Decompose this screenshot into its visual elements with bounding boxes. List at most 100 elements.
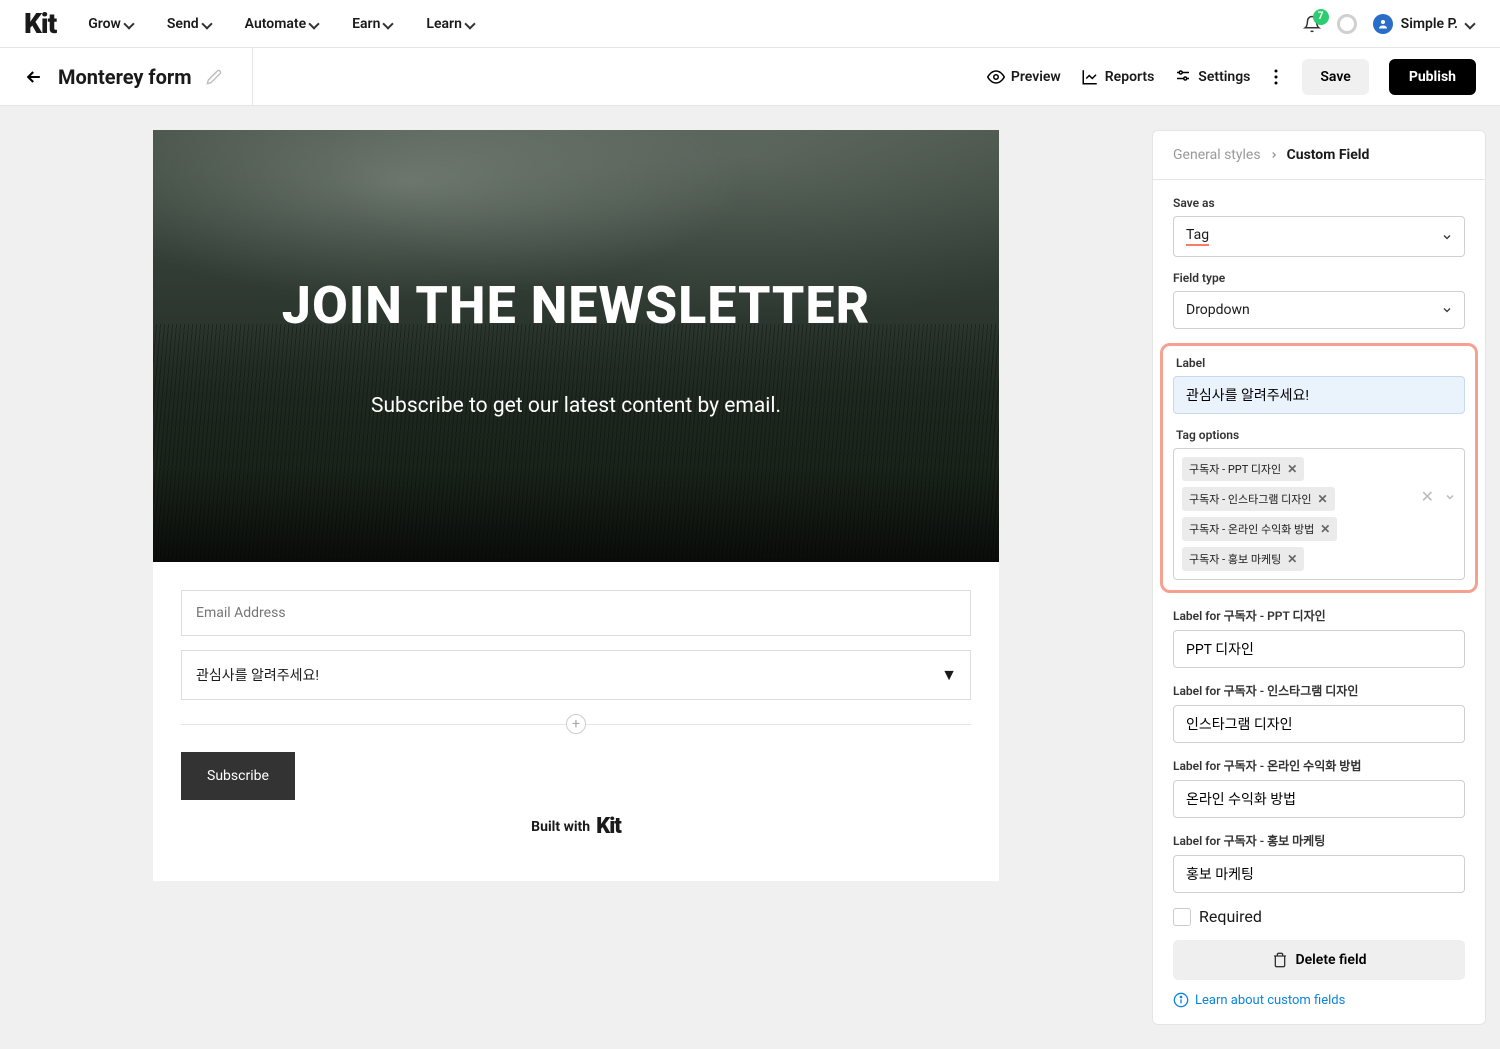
- nav-item-learn[interactable]: Learn: [426, 16, 475, 32]
- label-for-4-group: Label for 구독자 - 홍보 마케팅: [1173, 832, 1465, 893]
- eye-icon: [987, 68, 1005, 86]
- label-for-3-group: Label for 구독자 - 온라인 수익화 방법: [1173, 757, 1465, 818]
- required-checkbox[interactable]: [1173, 908, 1191, 926]
- required-row[interactable]: Required: [1173, 907, 1465, 926]
- tag-options-group: Tag options 구독자 - PPT 디자인✕ 구독자 - 인스타그램 디…: [1173, 428, 1465, 580]
- hero-subtitle[interactable]: Subscribe to get our latest content by e…: [371, 394, 781, 418]
- required-label: Required: [1199, 907, 1262, 926]
- trash-icon: [1272, 952, 1288, 968]
- sub-nav-left: Monterey form: [24, 48, 253, 106]
- add-field-row: +: [181, 714, 971, 734]
- more-button[interactable]: [1270, 65, 1282, 89]
- kit-logo: Kit: [596, 814, 621, 839]
- remove-tag-button[interactable]: ✕: [1320, 522, 1330, 536]
- nav-item-send[interactable]: Send: [167, 16, 213, 32]
- label-for-2-label: Label for 구독자 - 인스타그램 디자인: [1173, 682, 1465, 699]
- user-name: Simple P.: [1401, 16, 1458, 32]
- chevron-right-icon: [1269, 150, 1279, 160]
- label-for-4-label: Label for 구독자 - 홍보 마케팅: [1173, 832, 1465, 849]
- breadcrumb: General styles Custom Field: [1153, 131, 1485, 180]
- main-content: JOIN THE NEWSLETTER Subscribe to get our…: [0, 106, 1500, 1049]
- tag-chip: 구독자 - 온라인 수익화 방법✕: [1182, 517, 1337, 541]
- divider: [181, 724, 566, 725]
- top-nav: Kit Grow Send Automate Earn Learn 7 Simp…: [0, 0, 1500, 48]
- hero-section[interactable]: JOIN THE NEWSLETTER Subscribe to get our…: [153, 130, 999, 562]
- tag-list: 구독자 - PPT 디자인✕ 구독자 - 인스타그램 디자인✕ 구독자 - 온라…: [1182, 457, 1413, 571]
- nav-item-grow[interactable]: Grow: [88, 16, 135, 32]
- label-for-1-label: Label for 구독자 - PPT 디자인: [1173, 607, 1465, 624]
- chevron-down-icon: [125, 19, 135, 29]
- label-for-2-input[interactable]: [1173, 705, 1465, 743]
- chevron-down-icon: [384, 19, 394, 29]
- chart-icon: [1081, 68, 1099, 86]
- label-input[interactable]: [1173, 376, 1465, 414]
- add-field-button[interactable]: +: [566, 714, 586, 734]
- remove-tag-button[interactable]: ✕: [1287, 552, 1297, 566]
- sub-nav-right: Preview Reports Settings Save Publish: [987, 59, 1476, 95]
- notification-badge: 7: [1313, 9, 1329, 25]
- page-title: Monterey form: [58, 65, 192, 89]
- highlighted-section: Label Tag options 구독자 - PPT 디자인✕ 구독자 - 인…: [1160, 343, 1478, 593]
- chevron-down-icon: [1466, 19, 1476, 29]
- dropdown-label: 관심사를 알려주세요!: [181, 650, 971, 700]
- label-for-4-input[interactable]: [1173, 855, 1465, 893]
- nav-right: 7 Simple P.: [1303, 14, 1476, 34]
- clear-tags-button[interactable]: ✕: [1421, 487, 1434, 506]
- chevron-down-icon: [203, 19, 213, 29]
- form-canvas: JOIN THE NEWSLETTER Subscribe to get our…: [153, 130, 999, 881]
- label-label: Label: [1176, 356, 1465, 370]
- user-menu[interactable]: Simple P.: [1373, 14, 1476, 34]
- preview-button[interactable]: Preview: [987, 68, 1061, 86]
- tag-options-box[interactable]: 구독자 - PPT 디자인✕ 구독자 - 인스타그램 디자인✕ 구독자 - 온라…: [1173, 448, 1465, 580]
- divider: [586, 724, 971, 725]
- tag-chip: 구독자 - 인스타그램 디자인✕: [1182, 487, 1335, 511]
- save-button[interactable]: Save: [1302, 59, 1368, 95]
- loading-indicator-icon: [1337, 14, 1357, 34]
- remove-tag-button[interactable]: ✕: [1318, 492, 1328, 506]
- label-for-2-group: Label for 구독자 - 인스타그램 디자인: [1173, 682, 1465, 743]
- nav-item-earn[interactable]: Earn: [352, 16, 394, 32]
- label-for-1-input[interactable]: [1173, 630, 1465, 668]
- panel-body: Save as Tag Field type Dropdown Label: [1153, 180, 1485, 1024]
- label-for-3-input[interactable]: [1173, 780, 1465, 818]
- nav-left: Kit Grow Send Automate Earn Learn: [24, 7, 476, 40]
- breadcrumb-general-styles[interactable]: General styles: [1173, 147, 1261, 163]
- editor-area: JOIN THE NEWSLETTER Subscribe to get our…: [0, 106, 1152, 1049]
- hero-title[interactable]: JOIN THE NEWSLETTER: [282, 275, 870, 336]
- edit-title-button[interactable]: [206, 69, 222, 85]
- dropdown-field[interactable]: 관심사를 알려주세요! ▼: [181, 650, 971, 700]
- divider: [252, 48, 253, 106]
- breadcrumb-current: Custom Field: [1287, 147, 1370, 163]
- notifications-button[interactable]: 7: [1303, 15, 1321, 33]
- reports-button[interactable]: Reports: [1081, 68, 1155, 86]
- tag-options-label: Tag options: [1176, 428, 1465, 442]
- tag-chip: 구독자 - 홍보 마케팅✕: [1182, 547, 1304, 571]
- chevron-down-icon: [466, 19, 476, 29]
- label-group: Label: [1173, 356, 1465, 414]
- remove-tag-button[interactable]: ✕: [1287, 462, 1297, 476]
- email-field[interactable]: [181, 590, 971, 636]
- field-type-group: Field type Dropdown: [1173, 271, 1465, 329]
- more-vertical-icon: [1274, 69, 1278, 85]
- save-as-label: Save as: [1173, 196, 1465, 210]
- field-type-label: Field type: [1173, 271, 1465, 285]
- save-as-group: Save as Tag: [1173, 196, 1465, 257]
- tag-chip: 구독자 - PPT 디자인✕: [1182, 457, 1304, 481]
- subscribe-button[interactable]: Subscribe: [181, 752, 295, 800]
- expand-tags-button[interactable]: [1444, 491, 1456, 503]
- field-type-select[interactable]: Dropdown: [1173, 291, 1465, 329]
- chevron-down-icon: [310, 19, 320, 29]
- publish-button[interactable]: Publish: [1389, 59, 1476, 95]
- settings-button[interactable]: Settings: [1174, 68, 1250, 86]
- logo[interactable]: Kit: [24, 7, 56, 40]
- tag-controls: ✕: [1421, 457, 1456, 506]
- save-as-select[interactable]: Tag: [1173, 216, 1465, 257]
- sliders-icon: [1174, 68, 1192, 86]
- nav-menu: Grow Send Automate Earn Learn: [88, 16, 476, 32]
- back-button[interactable]: [24, 67, 44, 87]
- label-for-3-label: Label for 구독자 - 온라인 수익화 방법: [1173, 757, 1465, 774]
- form-body: 관심사를 알려주세요! ▼ + Subscribe Built with Kit: [153, 562, 999, 881]
- nav-item-automate[interactable]: Automate: [245, 16, 320, 32]
- builtwith-badge[interactable]: Built with Kit: [181, 800, 971, 853]
- delete-field-button[interactable]: Delete field: [1173, 940, 1465, 980]
